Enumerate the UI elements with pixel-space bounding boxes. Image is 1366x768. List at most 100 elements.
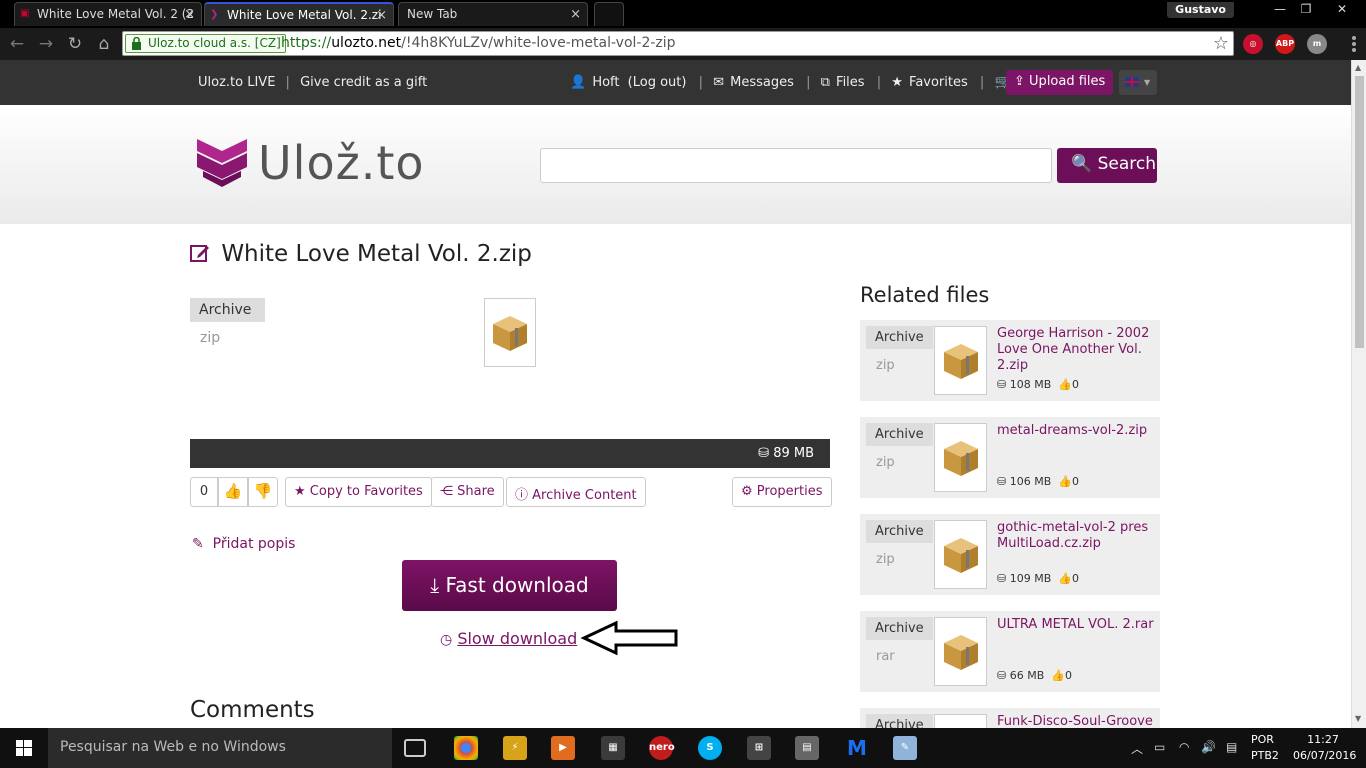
chrome-taskbar-icon[interactable]	[454, 736, 478, 760]
messages-link[interactable]: Messages	[730, 75, 794, 90]
restore-icon[interactable]: ❐	[1292, 0, 1320, 20]
thumbs-up-icon: 👍	[1058, 572, 1072, 585]
ulozto-favicon-icon: ▣	[20, 8, 30, 19]
copy-to-favorites-button[interactable]: ★ Copy to Favorites	[285, 477, 432, 507]
minimize-icon[interactable]: —	[1266, 0, 1294, 20]
forward-icon[interactable]: →	[34, 32, 58, 56]
tab-close-icon[interactable]: ×	[570, 7, 581, 22]
task-view-icon[interactable]	[404, 739, 426, 757]
extension-icon[interactable]: ◎	[1243, 34, 1263, 54]
skype-icon[interactable]: S	[698, 736, 722, 760]
chrome-user-badge[interactable]: Gustavo	[1167, 2, 1234, 18]
tab-close-icon[interactable]: ×	[376, 8, 387, 23]
lock-icon	[132, 37, 141, 50]
slow-download-link[interactable]: ◷ Slow download	[440, 629, 577, 648]
ulozto-favicon-icon: ❯	[210, 9, 219, 20]
wifi-icon[interactable]: ◠	[1179, 740, 1189, 754]
page-scrollbar[interactable]: ▲ ▼	[1351, 60, 1366, 728]
browser-tab-3[interactable]: New Tab ×	[398, 2, 588, 26]
archive-box-icon	[943, 343, 978, 379]
language-selector[interactable]: ▼	[1119, 70, 1157, 95]
tab-close-icon[interactable]: ×	[184, 7, 195, 22]
notification-icon[interactable]: ▤	[1226, 740, 1237, 754]
thumbs-down-icon[interactable]: 👎	[248, 477, 278, 507]
annotation-arrow-icon	[580, 620, 678, 656]
scroll-thumb[interactable]	[1355, 76, 1364, 348]
paint-icon[interactable]: ✎	[893, 736, 917, 760]
address-bar[interactable]: Uloz.to cloud a.s. [CZ] https://ulozto.n…	[122, 31, 1234, 56]
related-file-name[interactable]: metal-dreams-vol-2.zip	[997, 423, 1155, 439]
download-icon: ⤓	[430, 573, 440, 597]
store-icon[interactable]: ⊞	[747, 736, 771, 760]
file-thumbnail	[934, 714, 987, 728]
battery-icon[interactable]: ▭	[1154, 740, 1165, 754]
back-icon[interactable]: ←	[5, 32, 29, 56]
reload-icon[interactable]: ↻	[63, 32, 87, 56]
system-clock[interactable]: 11:27 06/07/2016	[1293, 732, 1356, 764]
archive-box-icon	[943, 634, 978, 670]
browser-tab-1[interactable]: ▣ White Love Metal Vol. 2 (2 ×	[14, 2, 202, 26]
upload-icon: ⇪	[1014, 74, 1025, 89]
nero-icon[interactable]: nero	[649, 736, 675, 760]
windows-taskbar: Pesquisar na Web e no Windows ⚡ ▶ ▦ nero…	[0, 728, 1366, 768]
upload-files-button[interactable]: ⇪ Upload files	[1006, 70, 1114, 95]
username-link[interactable]: Hoft	[592, 75, 619, 90]
archive-box-icon	[493, 315, 527, 351]
file-title: White Love Metal Vol. 2.zip	[190, 241, 532, 267]
adblock-icon[interactable]: ABP	[1275, 34, 1295, 54]
related-file-name[interactable]: Funk-Disco-Soul-Groove	[997, 714, 1155, 728]
close-window-icon[interactable]: ✕	[1328, 0, 1356, 20]
related-file-meta: ⛁ 108 MB 👍0	[997, 378, 1079, 391]
live-link[interactable]: Uloz.to LIVE	[198, 75, 275, 90]
media-player-icon[interactable]: ▶	[551, 736, 575, 760]
secure-chip[interactable]: Uloz.to cloud a.s. [CZ]	[125, 34, 286, 53]
movie-maker-icon[interactable]: ▦	[601, 736, 625, 760]
scroll-down-icon[interactable]: ▼	[1355, 714, 1361, 723]
ulozto-logo-text[interactable]: Ulož.to	[258, 136, 425, 190]
new-tab-button[interactable]	[594, 2, 624, 26]
related-file-card[interactable]: Archive zip George Harrison - 2002 Love …	[860, 320, 1160, 401]
tab-title: White Love Metal Vol. 2 (2	[37, 7, 195, 21]
related-file-card[interactable]: Archive rar ULTRA METAL VOL. 2.rar ⛁ 66 …	[860, 611, 1160, 692]
related-file-card[interactable]: Archive zip gothic-metal-vol-2 pres Mult…	[860, 514, 1160, 595]
related-file-card[interactable]: Archive zip metal-dreams-vol-2.zip ⛁ 106…	[860, 417, 1160, 498]
bookmark-star-icon[interactable]: ☆	[1213, 33, 1229, 54]
ulozto-logo-icon[interactable]	[197, 137, 247, 187]
scroll-up-icon[interactable]: ▲	[1355, 63, 1361, 72]
database-icon: ⛁	[997, 475, 1007, 488]
chrome-menu-icon[interactable]	[1350, 34, 1358, 54]
share-button[interactable]: ⋲ Share	[431, 477, 504, 507]
taskbar-search-box[interactable]: Pesquisar na Web e no Windows	[48, 728, 392, 768]
thumbs-up-icon: 👍	[1058, 378, 1072, 391]
favorites-link[interactable]: Favorites	[909, 75, 968, 90]
volume-icon[interactable]: 🔊	[1201, 740, 1216, 754]
archive-box-icon	[943, 440, 978, 476]
properties-button[interactable]: ⚙ Properties	[732, 477, 832, 507]
logout-link[interactable]: (Log out)	[628, 75, 687, 90]
related-file-name[interactable]: George Harrison - 2002 Love One Another …	[997, 326, 1155, 374]
search-input[interactable]	[540, 148, 1052, 183]
files-link[interactable]: Files	[836, 75, 865, 90]
edit-icon[interactable]	[190, 243, 210, 263]
add-description-link[interactable]: ✎ Přidat popis	[192, 536, 295, 552]
archive-content-button[interactable]: ⓘ Archive Content	[506, 477, 646, 507]
home-icon[interactable]: ⌂	[92, 32, 116, 56]
comments-heading: Comments	[190, 697, 315, 723]
fast-download-button[interactable]: ⤓ Fast download	[402, 560, 617, 611]
credit-gift-link[interactable]: Give credit as a gift	[300, 75, 427, 90]
app-grid-icon[interactable]: ▤	[795, 736, 819, 760]
app-taskbar-icon[interactable]: ⚡	[503, 736, 527, 760]
related-file-card[interactable]: Archive Funk-Disco-Soul-Groove	[860, 708, 1160, 728]
file-thumbnail	[934, 423, 987, 492]
tray-chevron-icon[interactable]: ︿	[1131, 740, 1143, 757]
profile-extension-icon[interactable]: m	[1307, 34, 1327, 54]
windows-start-icon[interactable]	[0, 728, 48, 768]
browser-tab-2[interactable]: ❯ White Love Metal Vol. 2.zi ×	[204, 2, 394, 26]
related-file-name[interactable]: ULTRA METAL VOL. 2.rar	[997, 617, 1155, 633]
related-file-name[interactable]: gothic-metal-vol-2 pres MultiLoad.cz.zip	[997, 520, 1155, 552]
input-language[interactable]: POR PTB2	[1251, 732, 1279, 764]
related-file-meta: ⛁ 66 MB 👍0	[997, 669, 1072, 682]
malwarebytes-icon[interactable]: M	[845, 736, 869, 760]
search-button[interactable]: 🔍 Search	[1057, 148, 1157, 183]
thumbs-up-icon[interactable]: 👍	[218, 477, 248, 507]
